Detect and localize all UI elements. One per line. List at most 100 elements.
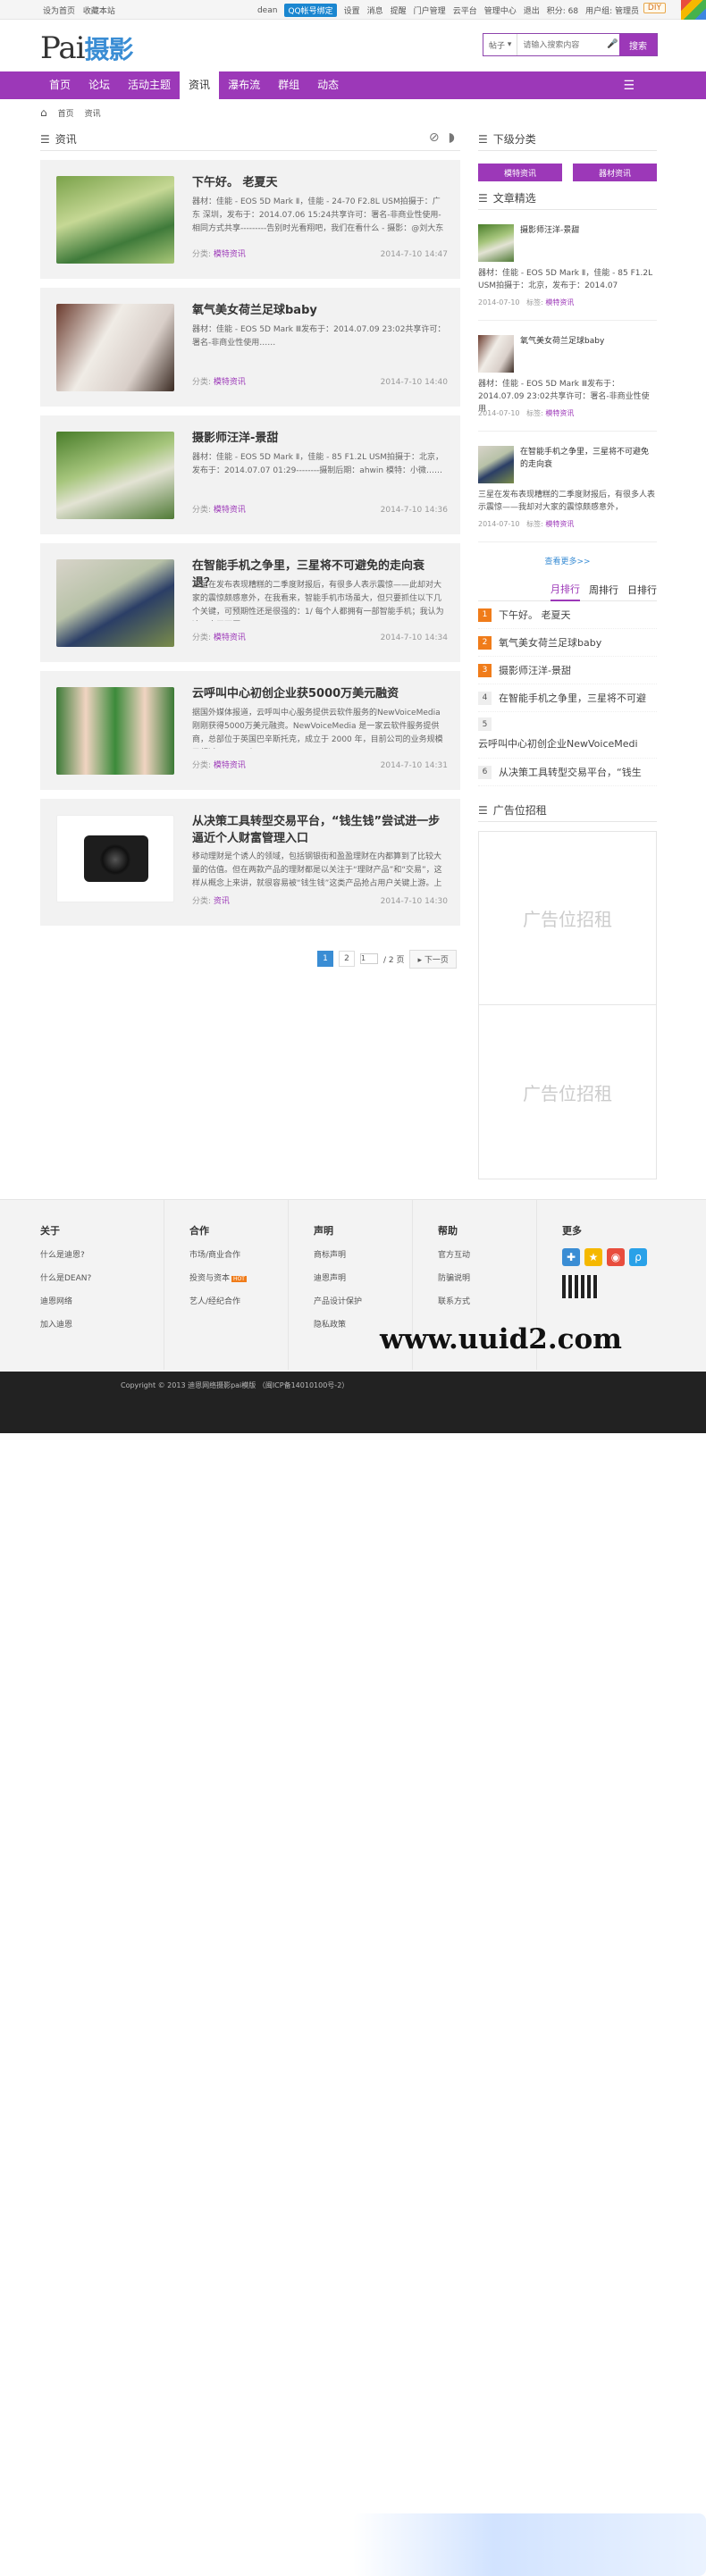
article-title[interactable]: 摄影师汪洋-景甜 xyxy=(192,430,447,447)
view-more-link[interactable]: 查看更多>> xyxy=(478,555,657,573)
username-link[interactable]: dean xyxy=(257,6,277,15)
footer-link[interactable]: 产品设计保护 xyxy=(314,1295,412,1318)
footer-link[interactable]: 迪恩声明 xyxy=(314,1271,412,1295)
footer-link[interactable]: 商标声明 xyxy=(314,1248,412,1271)
breadcrumb-home[interactable]: 首页 xyxy=(58,107,74,119)
article-title[interactable]: 氧气美女荷兰足球baby xyxy=(192,302,447,319)
weibo-icon[interactable]: ◉ xyxy=(607,1248,625,1266)
nav-waterfall[interactable]: 瀑布流 xyxy=(219,71,269,99)
ad-slot[interactable]: 广告位招租 xyxy=(478,1005,657,1179)
set-homepage-link[interactable]: 设为首页 xyxy=(43,7,75,16)
footer-link[interactable]: 艺人/经纪合作 xyxy=(189,1295,288,1318)
category-link[interactable]: 模特资讯 xyxy=(214,250,246,259)
next-page-button[interactable]: ▸ 下一页 xyxy=(409,949,457,969)
footer-link[interactable]: 官方互动 xyxy=(438,1248,536,1271)
article-thumbnail[interactable] xyxy=(56,815,174,902)
footer-link[interactable]: 加入迪恩 xyxy=(40,1318,164,1341)
qq-bind-button[interactable]: QQ帐号绑定 xyxy=(284,4,337,17)
page-2-button[interactable]: 2 xyxy=(339,951,355,967)
rank-title: 云呼叫中心初创企业NewVoiceMedi xyxy=(478,738,638,750)
points-link[interactable]: 积分: 68 xyxy=(547,4,578,16)
search-type-select[interactable]: 帖子 ▾ xyxy=(483,34,518,55)
category-link[interactable]: 模特资讯 xyxy=(214,761,246,770)
nav-groups[interactable]: 群组 xyxy=(269,71,308,99)
article-title[interactable]: 云呼叫中心初创企业获5000万美元融资 xyxy=(192,685,447,702)
logout-link[interactable]: 退出 xyxy=(524,4,540,16)
footer-link[interactable]: 投资与资本 HOT xyxy=(189,1271,288,1295)
qzone-star-icon[interactable]: ★ xyxy=(584,1248,602,1266)
tab-daily[interactable]: 日排行 xyxy=(627,583,657,597)
tag-link[interactable]: 模特资讯 xyxy=(545,409,574,417)
rank-number: 5 xyxy=(478,717,492,731)
compass-icon[interactable]: ⊘ xyxy=(429,130,440,145)
rank-item[interactable]: 5 云呼叫中心初创企业NewVoiceMedi xyxy=(478,712,657,759)
settings-link[interactable]: 设置 xyxy=(344,4,360,16)
category-link[interactable]: 模特资讯 xyxy=(214,506,246,515)
category-link[interactable]: 资讯 xyxy=(214,897,230,906)
bookmark-link[interactable]: 收藏本站 xyxy=(83,7,115,16)
rank-item[interactable]: 2 氧气美女荷兰足球baby xyxy=(478,629,657,657)
article-title[interactable]: 下午好。 老夏天 xyxy=(192,174,447,191)
article-thumbnail[interactable] xyxy=(56,432,174,519)
portal-admin-link[interactable]: 门户管理 xyxy=(414,4,446,16)
nav-news[interactable]: 资讯 xyxy=(180,71,220,99)
article-thumbnail[interactable] xyxy=(56,559,174,647)
footer-link[interactable]: 市场/商业合作 xyxy=(189,1248,288,1271)
pick-thumbnail[interactable] xyxy=(478,335,514,373)
article-thumbnail[interactable] xyxy=(56,176,174,264)
rank-item[interactable]: 3 摄影师汪洋-景甜 xyxy=(478,657,657,684)
footer-link[interactable]: 什么是DEAN? xyxy=(40,1271,164,1295)
gear-news-button[interactable]: 器材资讯 xyxy=(573,164,657,181)
home-icon[interactable]: ⌂ xyxy=(40,106,47,119)
article-title[interactable]: 从决策工具转型交易平台，“钱生钱”尝试进一步逼近个人财富管理入口 xyxy=(192,813,447,847)
site-logo[interactable]: Pai摄影 xyxy=(40,30,134,66)
search-input[interactable] xyxy=(517,40,607,49)
search-button[interactable]: 搜索 xyxy=(619,34,657,55)
article-summary: 据国外媒体报道，云呼叫中心服务提供云软件服务的NewVoiceMedia刚刚获得… xyxy=(192,709,443,744)
rank-item[interactable]: 6 从决策工具转型交易平台，“钱生 xyxy=(478,759,657,786)
plus-icon[interactable]: ✚ xyxy=(562,1248,580,1266)
nav-activity[interactable]: 动态 xyxy=(308,71,348,99)
notifications-link[interactable]: 提醒 xyxy=(391,4,407,16)
pick-thumbnail[interactable] xyxy=(478,224,514,262)
alipay-icon[interactable]: ρ xyxy=(629,1248,647,1266)
model-news-button[interactable]: 模特资讯 xyxy=(478,164,562,181)
category-link[interactable]: 模特资讯 xyxy=(214,634,246,642)
camera-image xyxy=(84,835,148,882)
picks-header: ☰ 文章精选 xyxy=(478,187,657,210)
rank-item[interactable]: 1 下午好。 老夏天 xyxy=(478,601,657,629)
tab-weekly[interactable]: 周排行 xyxy=(589,583,618,597)
nav-forum[interactable]: 论坛 xyxy=(80,71,119,99)
page-1-button[interactable]: 1 xyxy=(317,951,333,967)
footer-link[interactable]: 防骗说明 xyxy=(438,1271,536,1295)
footer-link[interactable]: 迪恩网络 xyxy=(40,1295,164,1318)
category-link[interactable]: 模特资讯 xyxy=(214,378,246,387)
usergroup-link[interactable]: 用户组: 管理员 xyxy=(585,4,639,16)
tag-link[interactable]: 模特资讯 xyxy=(545,520,574,528)
article-thumbnail[interactable] xyxy=(56,687,174,775)
pick-title[interactable]: 摄影师汪洋-景甜 xyxy=(520,224,654,237)
ad-slot[interactable]: 广告位招租 xyxy=(478,831,657,1005)
menu-list-icon[interactable]: ☰ xyxy=(623,79,635,93)
nav-home[interactable]: 首页 xyxy=(40,71,80,99)
top-bar: 设为首页 收藏本站 dean QQ帐号绑定 设置 消息 提醒 门户管理 云平台 … xyxy=(0,0,706,20)
microphone-icon[interactable]: 🎤 xyxy=(607,39,618,50)
rank-item[interactable]: 4 在智能手机之争里，三星将不可避 xyxy=(478,684,657,712)
footer-link[interactable]: 联系方式 xyxy=(438,1295,536,1318)
article-thumbnail[interactable] xyxy=(56,304,174,391)
diy-button[interactable]: DIY xyxy=(643,3,666,13)
pick-thumbnail[interactable] xyxy=(478,446,514,483)
messages-link[interactable]: 消息 xyxy=(367,4,383,16)
pick-title[interactable]: 氧气美女荷兰足球baby xyxy=(520,335,654,348)
cloud-platform-link[interactable]: 云平台 xyxy=(453,4,477,16)
admin-center-link[interactable]: 管理中心 xyxy=(484,4,517,16)
pick-title[interactable]: 在智能手机之争里，三星将不可避免的走向衰 xyxy=(520,446,654,471)
nav-events[interactable]: 活动主题 xyxy=(119,71,180,99)
page-input[interactable]: 1 xyxy=(360,953,378,964)
copyright-text: Copyright © 2013 迪恩网络摄影pai模版 （闽ICP备14010… xyxy=(121,1381,349,1389)
rss-icon[interactable]: ◗ xyxy=(449,130,455,145)
footer-link[interactable]: 什么是迪恩? xyxy=(40,1248,164,1271)
breadcrumb-current[interactable]: 资讯 xyxy=(85,107,101,119)
tab-monthly[interactable]: 月排行 xyxy=(551,578,580,601)
tag-link[interactable]: 模特资讯 xyxy=(545,298,574,306)
